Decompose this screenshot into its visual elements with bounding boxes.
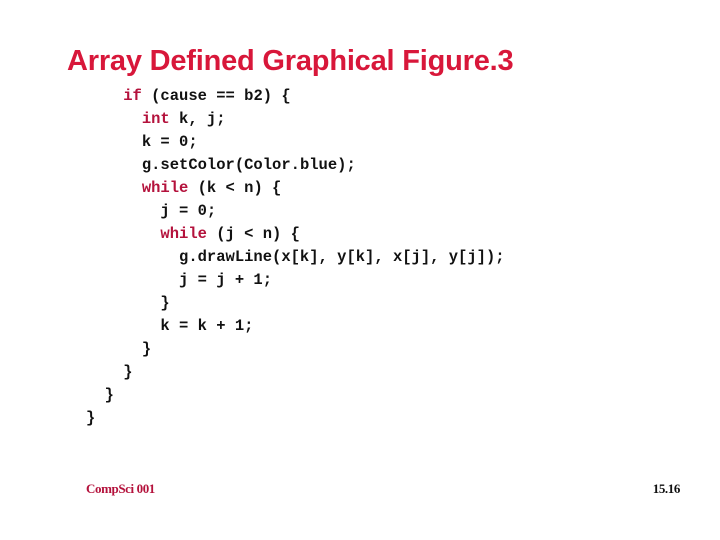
code-line: } [86,338,505,361]
code-keyword: while [141,179,189,197]
footer-page-number: 15.16 [652,481,681,496]
slide-title: Array Defined Graphical Figure.3 [67,45,514,77]
code-text: g.drawLine(x[k], y[k], x[j], y[j]); [179,248,505,266]
code-text: } [123,363,133,381]
code-line: while (k < n) { [86,177,505,200]
code-text: k, j; [169,110,226,128]
code-text: (cause == b2) { [141,87,291,105]
code-text: j = 0; [160,202,217,220]
code-line: k = 0; [86,131,505,154]
code-text: j = j + 1; [179,271,273,289]
code-keyword: int [141,110,170,128]
code-text: k = k + 1; [160,317,254,335]
code-text: g.setColor(Color.blue); [141,156,356,174]
code-text: k = 0; [141,133,198,151]
code-text: } [104,386,114,404]
code-text: } [141,340,152,358]
code-text: (j < n) { [206,225,300,243]
code-line: g.drawLine(x[k], y[k], x[j], y[j]); [86,246,505,269]
code-block: if (cause == b2) { int k, j; k = 0; g.se… [86,85,505,430]
code-line: while (j < n) { [86,223,505,246]
code-line: k = k + 1; [86,315,505,338]
code-text: } [86,409,96,427]
code-line: j = j + 1; [86,269,505,292]
code-text: (k < n) { [188,179,282,197]
code-line: int k, j; [86,108,505,131]
code-line: if (cause == b2) { [86,85,505,108]
code-line: j = 0; [86,200,505,223]
code-text: } [160,294,170,312]
code-line: } [86,361,505,384]
code-line: g.setColor(Color.blue); [86,154,505,177]
code-line: } [86,292,505,315]
code-keyword: if [123,87,142,105]
code-keyword: while [160,225,207,243]
code-line: } [86,384,505,407]
footer-course-label: CompSci 001 [86,481,155,496]
code-line: } [86,407,505,430]
